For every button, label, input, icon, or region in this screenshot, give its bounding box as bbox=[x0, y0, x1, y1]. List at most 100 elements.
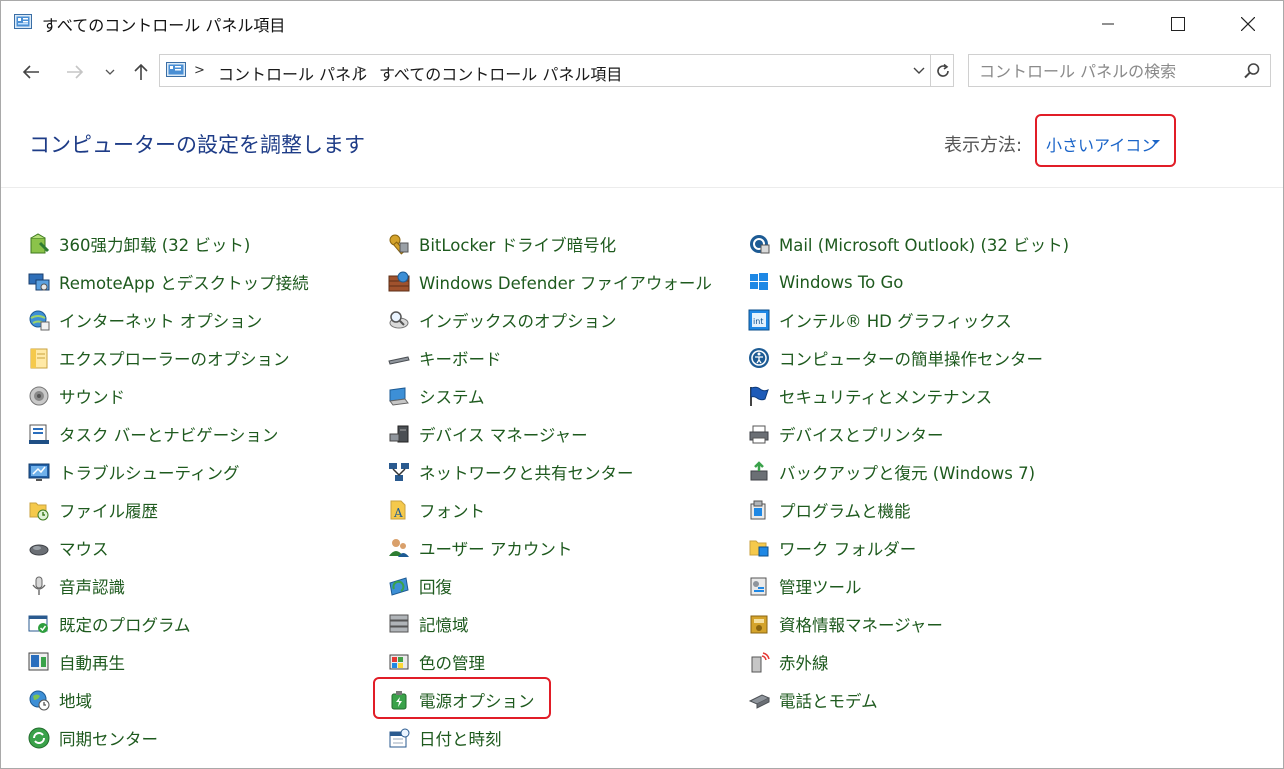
close-button[interactable] bbox=[1213, 1, 1283, 47]
recovery-icon bbox=[389, 577, 409, 596]
sync-center-icon bbox=[28, 727, 50, 749]
troubleshooting-icon bbox=[28, 463, 50, 481]
default-programs-icon bbox=[28, 615, 48, 633]
item-mail[interactable]: Mail (Microsoft Outlook) (32 ビット) bbox=[748, 225, 1069, 263]
breadcrumb-separator-icon[interactable]: > bbox=[194, 63, 205, 78]
item-windows-to-go[interactable]: Windows To Go bbox=[748, 263, 1069, 301]
item-file-history[interactable]: ファイル履歴 bbox=[28, 491, 309, 529]
admin-tools-icon bbox=[750, 577, 767, 596]
page-title: コンピューターの設定を調整します bbox=[29, 133, 365, 157]
item-sound[interactable]: サウンド bbox=[28, 377, 309, 415]
address-bar[interactable]: > コントロール パネル > すべてのコントロール パネル項目 bbox=[159, 54, 954, 87]
chevron-down-icon bbox=[913, 67, 925, 74]
item-firewall[interactable]: Windows Defender ファイアウォール bbox=[388, 263, 712, 301]
item-sync-center[interactable]: 同期センター bbox=[28, 719, 309, 757]
chevron-down-icon bbox=[105, 69, 115, 75]
printer-icon bbox=[749, 425, 769, 444]
breadcrumb-all-items[interactable]: すべてのコントロール パネル項目 bbox=[379, 61, 622, 85]
backup-icon bbox=[750, 461, 768, 481]
color-management-icon bbox=[389, 654, 409, 670]
svg-text:int: int bbox=[753, 317, 763, 326]
system-icon bbox=[389, 387, 409, 406]
arrow-up-icon bbox=[134, 63, 148, 80]
firewall-icon bbox=[388, 271, 410, 292]
item-troubleshooting[interactable]: トラブルシューティング bbox=[28, 453, 309, 491]
autoplay-icon bbox=[28, 652, 49, 671]
item-internet-options[interactable]: インターネット オプション bbox=[28, 301, 309, 339]
item-taskbar[interactable]: タスク バーとナビゲーション bbox=[28, 415, 309, 453]
uninstaller-icon bbox=[30, 233, 50, 254]
close-icon bbox=[1241, 17, 1255, 31]
security-flag-icon bbox=[750, 386, 769, 406]
search-box[interactable] bbox=[968, 54, 1271, 87]
remoteapp-icon bbox=[28, 273, 50, 291]
search-icon[interactable] bbox=[1243, 62, 1261, 80]
item-admin-tools[interactable]: 管理ツール bbox=[748, 567, 1069, 605]
item-user-accounts[interactable]: ユーザー アカウント bbox=[388, 529, 712, 567]
taskbar-icon bbox=[29, 424, 49, 444]
caret-down-icon[interactable] bbox=[1152, 140, 1160, 144]
fonts-icon: A bbox=[390, 500, 406, 520]
navigation-bar: > コントロール パネル > すべてのコントロール パネル項目 bbox=[1, 49, 1283, 95]
items-column-1: 360强力卸载 (32 ビット) RemoteApp とデスクトップ接続 インタ… bbox=[28, 225, 309, 757]
search-input[interactable] bbox=[970, 56, 1241, 87]
mouse-icon bbox=[29, 544, 49, 556]
sound-icon bbox=[29, 386, 49, 406]
header-divider bbox=[1, 187, 1283, 188]
item-storage-spaces[interactable]: 記憶域 bbox=[388, 605, 712, 643]
recent-locations-button[interactable] bbox=[99, 49, 121, 95]
item-programs-features[interactable]: プログラムと機能 bbox=[748, 491, 1069, 529]
item-bitlocker[interactable]: BitLocker ドライブ暗号化 bbox=[388, 225, 712, 263]
item-credential-manager[interactable]: 資格情報マネージャー bbox=[748, 605, 1069, 643]
address-dropdown-button[interactable] bbox=[908, 55, 930, 86]
item-keyboard[interactable]: キーボード bbox=[388, 339, 712, 377]
minimize-icon bbox=[1102, 23, 1114, 25]
internet-options-icon bbox=[29, 310, 50, 331]
item-ease-of-access[interactable]: コンピューターの簡単操作センター bbox=[748, 339, 1069, 377]
item-backup-restore[interactable]: バックアップと復元 (Windows 7) bbox=[748, 453, 1069, 491]
item-device-manager[interactable]: デバイス マネージャー bbox=[388, 415, 712, 453]
item-system[interactable]: システム bbox=[388, 377, 712, 415]
item-mouse[interactable]: マウス bbox=[28, 529, 309, 567]
view-by-label: 表示方法: bbox=[944, 135, 1023, 156]
item-indexing-options[interactable]: インデックスのオプション bbox=[388, 301, 712, 339]
mail-icon bbox=[750, 235, 770, 254]
region-icon bbox=[29, 690, 50, 711]
minimize-button[interactable] bbox=[1073, 1, 1143, 47]
up-button[interactable] bbox=[127, 49, 155, 95]
item-network-sharing[interactable]: ネットワークと共有センター bbox=[388, 453, 712, 491]
view-by-value[interactable]: 小さいアイコン bbox=[1046, 132, 1157, 156]
item-work-folders[interactable]: ワーク フォルダー bbox=[748, 529, 1069, 567]
phone-modem-icon bbox=[748, 694, 770, 709]
item-remoteapp[interactable]: RemoteApp とデスクトップ接続 bbox=[28, 263, 309, 301]
item-security-maintenance[interactable]: セキュリティとメンテナンス bbox=[748, 377, 1069, 415]
programs-features-icon bbox=[750, 500, 766, 520]
item-devices-printers[interactable]: デバイスとプリンター bbox=[748, 415, 1069, 453]
forward-button[interactable] bbox=[59, 49, 91, 95]
item-360-uninstaller[interactable]: 360强力卸载 (32 ビット) bbox=[28, 225, 309, 263]
breadcrumb-control-panel[interactable]: コントロール パネル bbox=[218, 61, 367, 85]
item-infrared[interactable]: 赤外線 bbox=[748, 643, 1069, 681]
view-by-dropdown[interactable]: 小さいアイコン bbox=[1035, 114, 1176, 167]
control-panel-window: すべてのコントロール パネル項目 > コントロール パネル > すべてのコントロ… bbox=[0, 0, 1284, 769]
item-color-management[interactable]: 色の管理 bbox=[388, 643, 712, 681]
date-time-icon bbox=[389, 728, 410, 748]
infrared-icon bbox=[751, 652, 770, 673]
svg-text:A: A bbox=[393, 506, 403, 520]
refresh-button[interactable] bbox=[930, 55, 955, 86]
intel-graphics-icon: int bbox=[748, 309, 770, 331]
folder-options-icon bbox=[30, 348, 48, 369]
item-fonts[interactable]: A フォント bbox=[388, 491, 712, 529]
breadcrumb-separator-icon[interactable]: > bbox=[356, 63, 367, 78]
item-region[interactable]: 地域 bbox=[28, 681, 309, 719]
item-default-programs[interactable]: 既定のプログラム bbox=[28, 605, 309, 643]
item-autoplay[interactable]: 自動再生 bbox=[28, 643, 309, 681]
back-button[interactable] bbox=[15, 49, 47, 95]
item-explorer-options[interactable]: エクスプローラーのオプション bbox=[28, 339, 309, 377]
item-phone-modem[interactable]: 電話とモデム bbox=[748, 681, 1069, 719]
item-date-time[interactable]: 日付と時刻 bbox=[388, 719, 712, 757]
maximize-button[interactable] bbox=[1143, 1, 1213, 47]
item-speech-recognition[interactable]: 音声認識 bbox=[28, 567, 309, 605]
item-intel-graphics[interactable]: int インテル® HD グラフィックス bbox=[748, 301, 1069, 339]
item-recovery[interactable]: 回復 bbox=[388, 567, 712, 605]
